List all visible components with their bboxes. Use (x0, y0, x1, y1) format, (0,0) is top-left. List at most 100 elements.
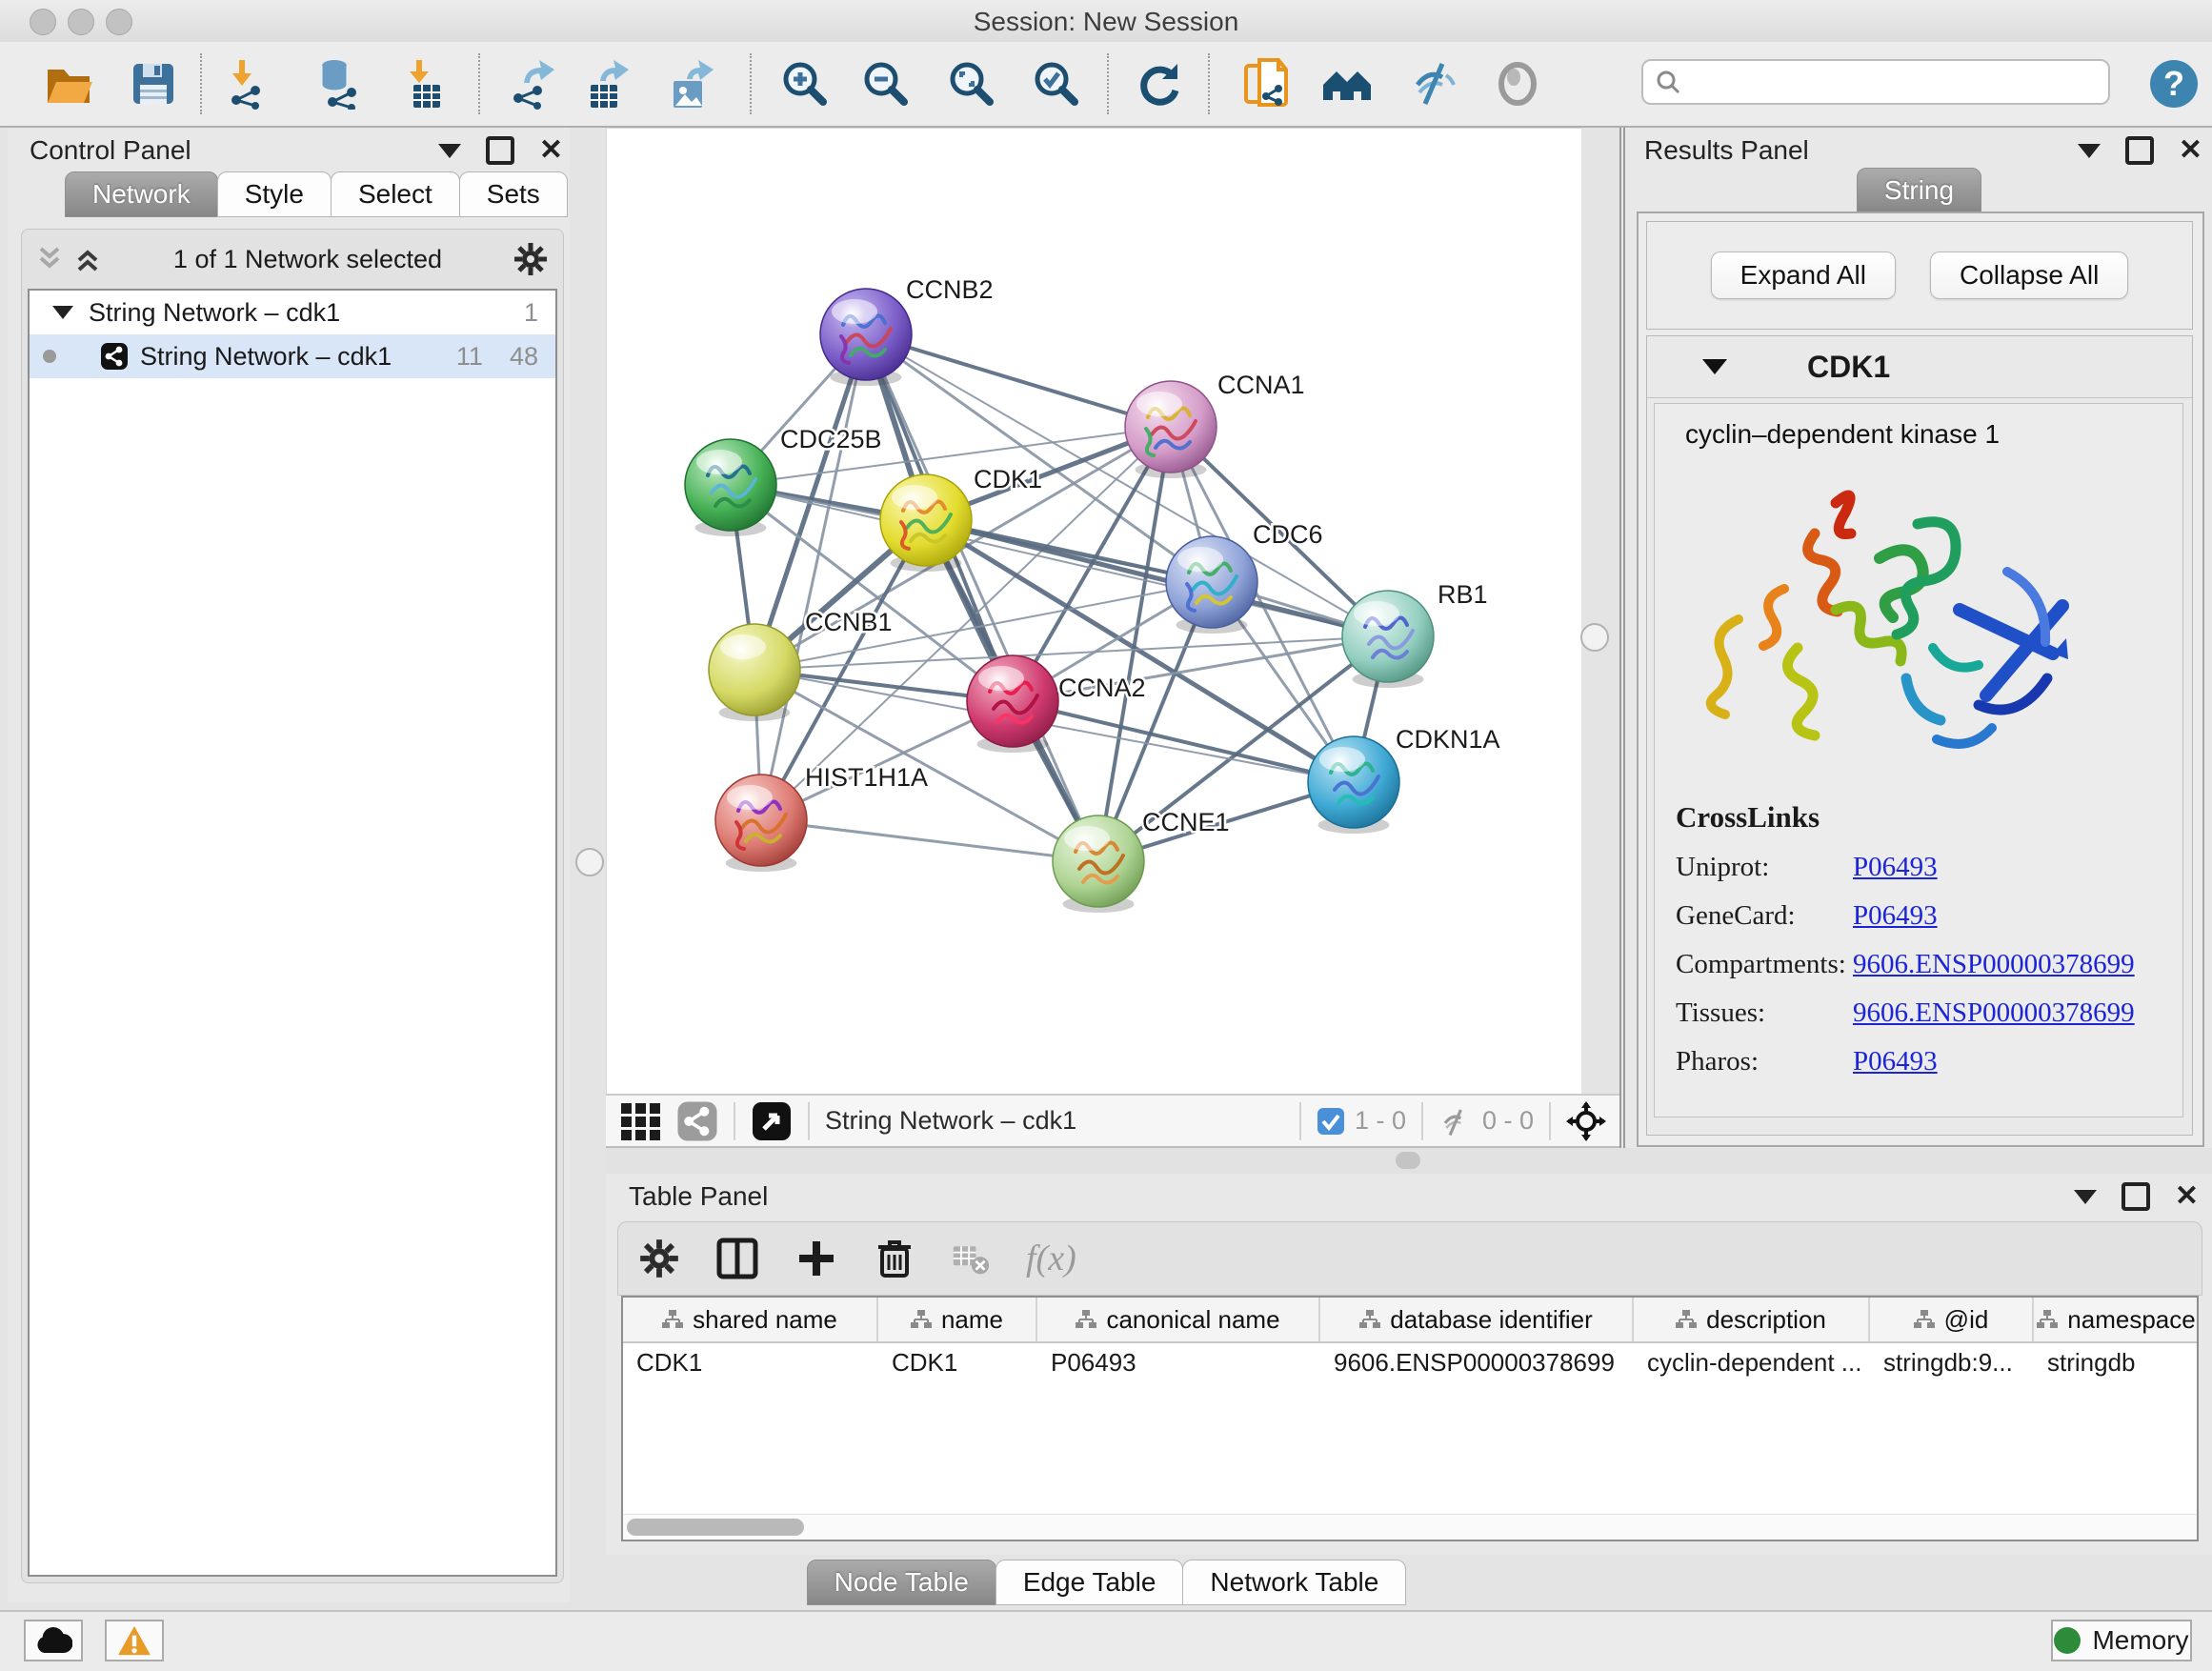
network-view-share-icon[interactable] (676, 1100, 718, 1142)
show-hide-graphics-icon[interactable] (1409, 57, 1462, 111)
import-network-icon[interactable] (222, 57, 275, 111)
delete-table-icon[interactable] (952, 1239, 990, 1278)
column-header-description[interactable]: description (1634, 1298, 1870, 1341)
left-splitter-handle[interactable] (575, 848, 604, 876)
tab-sets[interactable]: Sets (459, 171, 568, 217)
table-panel-undock-icon[interactable] (2122, 1182, 2150, 1211)
horizontal-splitter-handle[interactable] (1396, 1152, 1420, 1169)
save-session-icon[interactable] (127, 57, 180, 111)
network-canvas[interactable]: CCNB2CCNA1CDC25BCDK1CDC6RB1CCNB1CCNA2CDK… (606, 128, 1583, 1096)
column-header-shared-name[interactable]: shared name (623, 1298, 878, 1341)
refresh-icon[interactable] (1133, 57, 1186, 111)
table-panel-float-icon[interactable] (2074, 1190, 2097, 1204)
control-panel-undock-icon[interactable] (486, 136, 514, 165)
grid-view-icon[interactable] (619, 1099, 663, 1143)
column-header-@id[interactable]: @id (1870, 1298, 2034, 1341)
tab-edge-table[interactable]: Edge Table (995, 1560, 1184, 1605)
control-panel-close-icon[interactable]: ✕ (539, 140, 563, 161)
tab-string[interactable]: String (1857, 168, 1981, 213)
table-cell[interactable]: cyclin-dependent ... (1634, 1343, 1870, 1381)
column-header-namespace[interactable]: namespace (2034, 1298, 2199, 1341)
network-graph[interactable]: CCNB2CCNA1CDC25BCDK1CDC6RB1CCNB1CCNA2CDK… (607, 129, 1582, 1095)
node-label-CDKN1A: CDKN1A (1396, 725, 1500, 754)
network-options-gear-icon[interactable] (513, 242, 548, 276)
pan-crosshair-icon[interactable] (1566, 1101, 1606, 1141)
expand-all-icon[interactable] (73, 245, 102, 273)
birds-eye-view-icon[interactable] (1491, 57, 1544, 111)
import-database-icon[interactable] (314, 57, 368, 111)
tab-node-table[interactable]: Node Table (807, 1560, 996, 1605)
table-scrollbar-thumb[interactable] (627, 1519, 804, 1536)
create-column-plus-icon[interactable] (795, 1238, 837, 1279)
gene-collapse-arrow-icon[interactable] (1702, 359, 1727, 374)
results-panel-undock-icon[interactable] (2125, 136, 2154, 165)
zoom-fit-icon[interactable] (945, 57, 998, 111)
cloud-status-button[interactable] (24, 1620, 83, 1661)
selected-checkbox-icon[interactable] (1317, 1107, 1345, 1136)
network-edge-hist1h1a-ccne1[interactable] (761, 820, 1098, 861)
table-cell[interactable]: 9606.ENSP00000378699 (1320, 1343, 1634, 1381)
table-cell[interactable]: CDK1 (623, 1343, 878, 1381)
right-splitter-handle[interactable] (1580, 623, 1609, 652)
control-panel-title: Control Panel (30, 135, 191, 166)
network-edge-ccna2-cdkn1a[interactable] (1013, 701, 1354, 782)
collection-expand-arrow-icon[interactable] (52, 306, 73, 319)
memory-status-dot-icon (2054, 1627, 2081, 1654)
tab-network[interactable]: Network (65, 171, 218, 217)
export-table-icon[interactable] (580, 57, 633, 111)
node-gloss-highlight (727, 785, 773, 810)
search-input[interactable] (1681, 67, 2085, 98)
expand-all-button[interactable]: Expand All (1711, 252, 1896, 299)
tab-network-table[interactable]: Network Table (1182, 1560, 1406, 1605)
crosslink-link[interactable]: 9606.ENSP00000378699 (1853, 949, 2135, 980)
network-collection-row[interactable]: String Network – cdk1 1 (30, 291, 555, 334)
column-header-database-identifier[interactable]: database identifier (1320, 1298, 1634, 1341)
zoom-selected-icon[interactable] (1030, 57, 1083, 111)
node-label-CCNA1: CCNA1 (1217, 371, 1305, 399)
crosslink-link[interactable]: P06493 (1853, 900, 1938, 932)
results-panel-close-icon[interactable]: ✕ (2179, 140, 2202, 161)
zoom-out-icon[interactable] (859, 57, 913, 111)
tab-style[interactable]: Style (217, 171, 332, 217)
table-horizontal-scrollbar[interactable] (623, 1514, 2197, 1540)
network-row[interactable]: String Network – cdk1 11 48 (30, 334, 555, 378)
table-cell[interactable]: stringdb:9... (1870, 1343, 2034, 1381)
column-header-name[interactable]: name (878, 1298, 1037, 1341)
hidden-items-eye-icon[interactable] (1438, 1105, 1475, 1137)
show-columns-icon[interactable] (715, 1237, 759, 1280)
table-cell[interactable]: P06493 (1037, 1343, 1320, 1381)
export-network-icon[interactable] (506, 57, 559, 111)
collapse-all-icon[interactable] (35, 245, 64, 273)
help-icon[interactable]: ? (2147, 57, 2201, 111)
warnings-button[interactable] (105, 1620, 164, 1661)
detach-view-icon[interactable] (751, 1100, 793, 1142)
control-panel-float-icon[interactable] (438, 144, 461, 158)
zoom-in-icon[interactable] (778, 57, 832, 111)
crosslink-link[interactable]: P06493 (1853, 1046, 1938, 1077)
delete-column-trash-icon[interactable] (874, 1238, 915, 1279)
network-panel-body: 1 of 1 Network selected String Network –… (21, 229, 564, 1583)
crosslink-link[interactable]: P06493 (1853, 852, 1938, 883)
results-panel-float-icon[interactable] (2078, 144, 2101, 158)
table-panel-close-icon[interactable]: ✕ (2175, 1186, 2199, 1207)
function-builder-button[interactable]: f(x) (1026, 1238, 1076, 1279)
export-image-icon[interactable] (665, 57, 718, 111)
network-edge-ccnb2-ccna1[interactable] (866, 334, 1171, 427)
clone-network-icon[interactable] (1239, 57, 1293, 111)
table-cell[interactable]: stringdb (2034, 1343, 2199, 1381)
crosslink-link[interactable]: 9606.ENSP00000378699 (1853, 997, 2135, 1029)
column-header-canonical-name[interactable]: canonical name (1037, 1298, 1320, 1341)
network-status-dot-icon (43, 350, 56, 363)
collapse-all-button[interactable]: Collapse All (1930, 252, 2128, 299)
home-networks-icon[interactable] (1320, 57, 1374, 111)
import-table-icon[interactable] (399, 57, 452, 111)
open-session-icon[interactable] (42, 57, 95, 111)
gene-section-header[interactable]: CDK1 (1647, 336, 2192, 398)
memory-button[interactable]: Memory (2051, 1620, 2192, 1661)
table-cell[interactable]: CDK1 (878, 1343, 1037, 1381)
table-row[interactable]: CDK1CDK1P064939606.ENSP00000378699cyclin… (623, 1343, 2197, 1381)
tab-select[interactable]: Select (331, 171, 460, 217)
table-options-gear-icon[interactable] (639, 1238, 679, 1278)
node-label-RB1: RB1 (1438, 580, 1488, 609)
cytoscape-window: Session: New Session (0, 0, 2212, 1671)
